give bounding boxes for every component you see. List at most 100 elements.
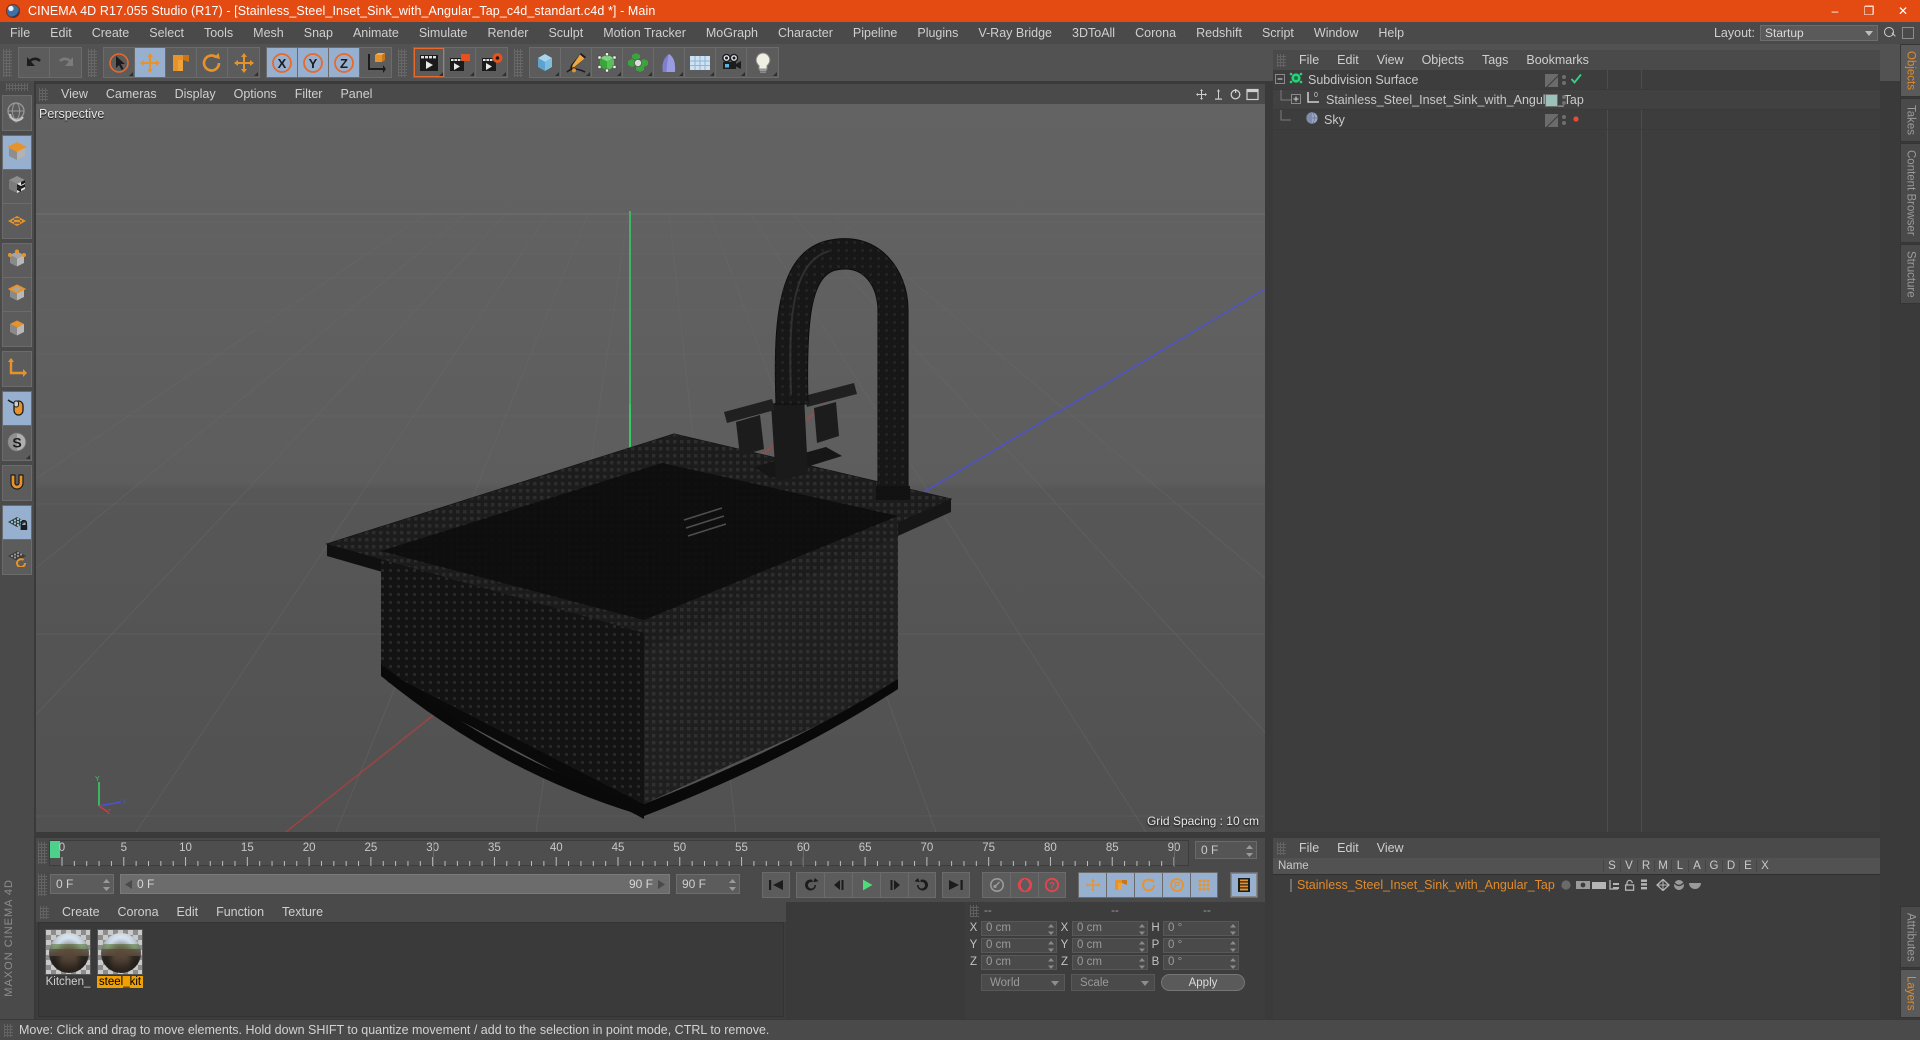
attr-column-s[interactable]: S: [1603, 860, 1620, 872]
render-region-button[interactable]: [445, 48, 476, 77]
go-to-start-button[interactable]: [762, 872, 790, 898]
minimize-button[interactable]: –: [1818, 0, 1852, 22]
add-light-button[interactable]: [747, 48, 778, 77]
material-swatch[interactable]: steel_kit: [97, 929, 143, 988]
scale-camera-icon[interactable]: [1212, 88, 1225, 101]
spinner-icon[interactable]: [1230, 940, 1236, 952]
attr-column-d[interactable]: D: [1722, 860, 1739, 872]
step-back-button[interactable]: [824, 872, 852, 898]
attr-column-x[interactable]: X: [1756, 860, 1773, 872]
menu-item-file[interactable]: File: [0, 22, 40, 44]
toolbar-grip[interactable]: [88, 48, 97, 77]
menu-item-script[interactable]: Script: [1252, 22, 1304, 44]
toolbar-grip[interactable]: [3, 48, 12, 77]
search-icon[interactable]: [1883, 26, 1897, 40]
tab-content-browser[interactable]: Content Browser: [1900, 143, 1920, 243]
position-field[interactable]: 0 cm: [981, 920, 1057, 936]
object-manager-grip[interactable]: [1277, 53, 1286, 67]
collapse-icon[interactable]: [1275, 73, 1285, 87]
material-menu-function[interactable]: Function: [207, 905, 273, 919]
next-key-button[interactable]: [908, 872, 936, 898]
spinner-icon[interactable]: [1246, 845, 1253, 857]
magnet-tool-button[interactable]: [3, 466, 31, 500]
transform-mode-dropdown[interactable]: Scale: [1071, 974, 1155, 991]
visibility-icon[interactable]: [1575, 879, 1590, 891]
lock-icon[interactable]: [1624, 879, 1637, 891]
spinner-icon[interactable]: [1139, 957, 1145, 969]
menu-item-3dtoall[interactable]: 3DToAll: [1062, 22, 1125, 44]
menu-item-mesh[interactable]: Mesh: [243, 22, 294, 44]
generator-icon[interactable]: [1655, 878, 1670, 892]
menu-item-window[interactable]: Window: [1304, 22, 1368, 44]
move-button[interactable]: [135, 48, 166, 77]
rotate-button[interactable]: [197, 48, 228, 77]
menu-item-animate[interactable]: Animate: [343, 22, 409, 44]
attr-column-m[interactable]: M: [1654, 860, 1671, 872]
texture-mode-button[interactable]: [3, 170, 31, 204]
param-key-button[interactable]: P: [1162, 872, 1190, 898]
timeline-toggle-button[interactable]: [1230, 872, 1258, 898]
rotation-field[interactable]: 0 °: [1163, 954, 1239, 970]
autokeying-button[interactable]: [1010, 872, 1038, 898]
disabled-dot-icon[interactable]: [1570, 113, 1582, 128]
object-menu-bookmarks[interactable]: Bookmarks: [1517, 53, 1598, 67]
record-active-objects-button[interactable]: [982, 872, 1010, 898]
object-row[interactable]: Sky: [1273, 110, 1880, 130]
object-menu-file[interactable]: File: [1290, 53, 1328, 67]
menu-item-pipeline[interactable]: Pipeline: [843, 22, 907, 44]
object-menu-objects[interactable]: Objects: [1413, 53, 1473, 67]
menu-corner-icon[interactable]: [555, 72, 559, 76]
material-swatch-area[interactable]: Kitchen_ steel_kit: [38, 922, 784, 1017]
attributes-row[interactable]: Stainless_Steel_Inset_Sink_with_Angular_…: [1273, 875, 1880, 895]
live-selection-button[interactable]: [104, 48, 135, 77]
add-camera-button[interactable]: [716, 48, 747, 77]
tab-takes[interactable]: Takes: [1900, 98, 1920, 143]
pin-icon[interactable]: [1902, 27, 1914, 39]
render-settings-button[interactable]: [476, 48, 507, 77]
enabled-check-icon[interactable]: [1570, 73, 1582, 88]
frame-range-slider[interactable]: 0 F 90 F: [120, 874, 670, 894]
material-menu-create[interactable]: Create: [53, 905, 109, 919]
attr-menu-view[interactable]: View: [1368, 841, 1413, 855]
spinner-icon[interactable]: [729, 879, 736, 894]
position-field[interactable]: 0 cm: [981, 954, 1057, 970]
toolbar-grip[interactable]: [514, 48, 523, 77]
close-button[interactable]: ✕: [1886, 0, 1920, 22]
size-field[interactable]: 0 cm: [1072, 937, 1148, 953]
attr-column-g[interactable]: G: [1705, 860, 1722, 872]
workplane-button[interactable]: [3, 204, 31, 238]
rotation-field[interactable]: 0 °: [1163, 937, 1239, 953]
menu-item-snap[interactable]: Snap: [294, 22, 343, 44]
viewport-menu-panel[interactable]: Panel: [331, 87, 381, 101]
model-mode-button[interactable]: [3, 136, 31, 170]
menu-item-redshift[interactable]: Redshift: [1186, 22, 1252, 44]
material-manager-grip[interactable]: [40, 905, 49, 919]
menu-corner-icon[interactable]: [617, 72, 621, 76]
menu-corner-icon[interactable]: [470, 72, 474, 76]
attr-column-r[interactable]: R: [1637, 860, 1654, 872]
world-object-coord-button[interactable]: [360, 48, 391, 77]
left-toolbar-grip[interactable]: [6, 83, 28, 91]
menu-item-edit[interactable]: Edit: [40, 22, 82, 44]
tab-layers[interactable]: Layers: [1900, 969, 1920, 1018]
end-frame-field[interactable]: 90 F: [676, 874, 740, 894]
attr-column-a[interactable]: A: [1688, 860, 1705, 872]
viewport-3d-canvas[interactable]: Perspective Grid Spacing : 10 cm Y X Z: [36, 104, 1265, 832]
viewport-menu-display[interactable]: Display: [166, 87, 225, 101]
dots-icon[interactable]: [1562, 95, 1566, 105]
viewport-menu-filter[interactable]: Filter: [286, 87, 332, 101]
render-icon[interactable]: [1591, 879, 1606, 891]
polygons-mode-button[interactable]: [3, 312, 31, 346]
dots-icon[interactable]: [1562, 75, 1566, 85]
menu-corner-icon[interactable]: [773, 72, 777, 76]
menu-item-create[interactable]: Create: [82, 22, 140, 44]
layout-dropdown[interactable]: Startup: [1760, 25, 1878, 41]
menu-corner-icon[interactable]: [710, 72, 714, 76]
timeline-ruler[interactable]: 051015202530354045505560657075808590: [49, 840, 1189, 867]
menu-item-render[interactable]: Render: [477, 22, 538, 44]
menu-corner-icon[interactable]: [439, 72, 443, 76]
position-field[interactable]: 0 cm: [981, 937, 1057, 953]
add-environment-button[interactable]: [685, 48, 716, 77]
material-swatch[interactable]: Kitchen_: [45, 929, 91, 988]
attr-column-e[interactable]: E: [1739, 860, 1756, 872]
